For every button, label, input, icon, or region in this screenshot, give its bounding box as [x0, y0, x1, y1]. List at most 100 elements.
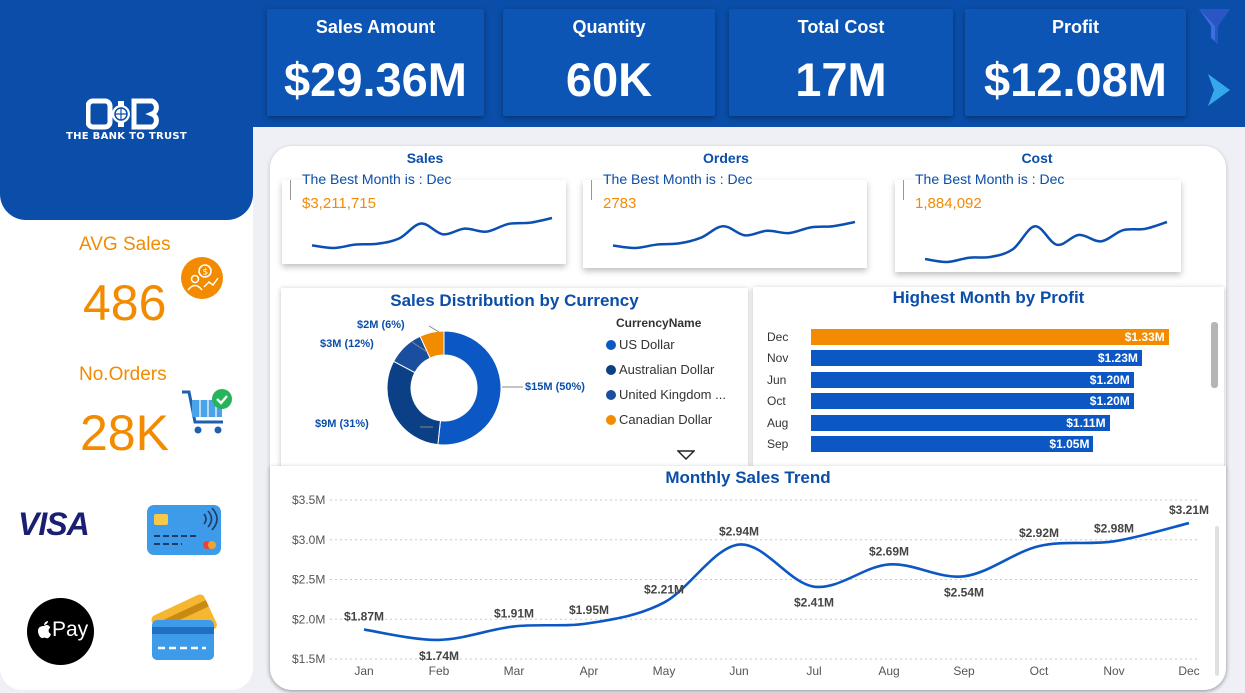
kpi-value: $29.36M	[284, 53, 467, 106]
kpi-value: 17M	[795, 53, 887, 106]
bar-value-label: $1.20M	[1089, 394, 1130, 409]
slice-label: $3M (12%)	[320, 338, 374, 350]
profit-bar[interactable]: $1.23M	[811, 350, 1142, 367]
main-panel: Sales Orders Cost The Best Month is : De…	[270, 146, 1226, 690]
avg-sales-label: AVG Sales	[79, 234, 171, 255]
orders-label: No.Orders	[79, 364, 167, 385]
avg-sales-value: 486	[83, 275, 167, 331]
kpi-value: 60K	[565, 53, 653, 106]
y-tick-label: $3.5M	[292, 493, 325, 507]
profit-bar-chart: Dec $1.33M Nov $1.23M Jun $1.20M Oct $1.20M Aug $…	[753, 329, 1193, 459]
legend-dot	[606, 390, 616, 400]
side-panel: THE BANK TO TRUST AVG Sales 486 $ No.Ord…	[0, 0, 253, 690]
bar-value-label: $1.33M	[1124, 330, 1165, 344]
brand-tagline: THE BANK TO TRUST	[65, 131, 188, 142]
x-tick-label: Apr	[580, 664, 599, 678]
cards-icon	[151, 594, 217, 660]
orders-sparkline	[612, 220, 856, 250]
data-point-label: $3.21M	[1169, 503, 1209, 517]
bar-value-label: $1.05M	[1049, 437, 1090, 451]
apple-icon	[38, 621, 51, 639]
kpi-sales-amount: Sales Amount $29.36M	[267, 9, 484, 116]
cost-spark-title: Cost	[1021, 150, 1053, 166]
currency-donut-chart	[386, 325, 523, 446]
legend-label: Australian Dollar	[619, 362, 715, 377]
kpi-label: Total Cost	[797, 17, 885, 37]
profit-bar[interactable]: $1.33M	[811, 329, 1169, 345]
legend-item[interactable]: United Kingdom ...	[606, 387, 726, 402]
legend-item[interactable]: Australian Dollar	[606, 362, 714, 377]
kpi-label: Profit	[1052, 17, 1099, 37]
kpi-value: $12.08M	[984, 53, 1167, 106]
x-tick-label: Sep	[953, 664, 975, 678]
x-tick-label: Aug	[878, 664, 899, 678]
profit-bar-row[interactable]: Jun $1.20M	[753, 371, 1193, 388]
x-tick-label: May	[653, 664, 676, 678]
scrollbar-track[interactable]	[1215, 526, 1219, 676]
data-point-label: $2.69M	[869, 544, 909, 558]
sales-trend-line[interactable]	[363, 521, 1190, 642]
monthly-sales-line-chart: $1.5M $2.0M $2.5M $3.0M $3.5M Jan Feb Mar Apr May…	[292, 493, 1209, 678]
legend-label: US Dollar	[619, 337, 675, 352]
profit-bar-row[interactable]: Aug $1.11M	[753, 414, 1193, 431]
sparkline-series	[612, 220, 856, 250]
logo-block: THE BANK TO TRUST	[0, 0, 253, 220]
legend-label: Canadian Dollar	[619, 412, 713, 427]
legend-scroll-down-icon[interactable]	[677, 449, 695, 461]
sales-spark-card: The Best Month is : Dec $3,211,715	[282, 171, 566, 264]
next-arrow-icon[interactable]	[1206, 72, 1232, 108]
data-point-label: $2.92M	[1019, 526, 1059, 540]
y-tick-label: $2.0M	[292, 612, 325, 626]
slice-label: $2M (6%)	[357, 319, 405, 331]
bar-value-label: $1.20M	[1089, 372, 1130, 387]
orders-spark-card: The Best Month is : Dec 2783	[583, 171, 867, 268]
x-tick-label: Jan	[354, 664, 373, 678]
profit-bar-row[interactable]: Sep $1.05M	[753, 436, 1193, 452]
legend-item[interactable]: US Dollar	[606, 337, 675, 352]
profit-bar-row[interactable]: Dec $1.33M	[753, 329, 1193, 345]
data-point-label: $2.98M	[1094, 521, 1134, 535]
bar-value-label: $1.11M	[1066, 415, 1106, 430]
legend-title: CurrencyName	[616, 316, 702, 330]
cost-sparkline	[924, 220, 1168, 264]
shopping-cart-icon	[182, 389, 232, 434]
bar-category-label: Nov	[767, 351, 789, 366]
currency-chart-panel: Sales Distribution by Currency $15M (50%…	[281, 288, 748, 468]
credit-card-icon	[147, 505, 221, 555]
donut-slice[interactable]	[437, 330, 502, 446]
profit-bar-row[interactable]: Oct $1.20M	[753, 393, 1193, 410]
legend-dot	[606, 415, 616, 425]
kpi-quantity: Quantity 60K	[503, 9, 715, 116]
svg-text:$: $	[203, 268, 209, 278]
apple-pay-text: Pay	[52, 618, 89, 641]
cost-spark-card: The Best Month is : Dec 1,884,092	[895, 171, 1181, 272]
legend-item[interactable]: Canadian Dollar	[606, 412, 712, 427]
sparkline-series	[924, 220, 1168, 264]
filter-icon[interactable]	[1198, 8, 1231, 46]
data-point-label: $2.21M	[644, 583, 684, 597]
x-tick-label: Nov	[1103, 664, 1124, 678]
sales-sparkline	[311, 216, 553, 250]
legend-dot	[606, 365, 616, 375]
x-tick-label: Feb	[429, 664, 450, 678]
scrollbar-thumb[interactable]	[1211, 322, 1218, 388]
x-tick-label: Mar	[504, 664, 525, 678]
donut-slice[interactable]	[386, 360, 441, 446]
profit-bar[interactable]: $1.11M	[811, 414, 1110, 431]
profit-bar[interactable]: $1.20M	[811, 393, 1134, 410]
x-tick-label: Jun	[729, 664, 748, 678]
bar-category-label: Dec	[767, 330, 789, 344]
sparkline-series	[311, 216, 553, 250]
orders-spark-title: Orders	[703, 150, 749, 166]
profit-bar[interactable]: $1.20M	[811, 371, 1134, 388]
data-point-label: $1.95M	[569, 603, 609, 617]
slice-label: $15M (50%)	[525, 381, 585, 393]
bar-category-label: Jun	[767, 372, 787, 387]
profit-bar-row[interactable]: Nov $1.23M	[753, 350, 1193, 367]
y-tick-label: $1.5M	[292, 652, 325, 666]
sales-growth-icon: $	[181, 257, 223, 299]
bar-value-label: $1.23M	[1097, 351, 1138, 366]
kpi-label: Sales Amount	[315, 17, 436, 37]
data-point-label: $2.41M	[794, 596, 834, 610]
profit-bar[interactable]: $1.05M	[811, 436, 1094, 452]
